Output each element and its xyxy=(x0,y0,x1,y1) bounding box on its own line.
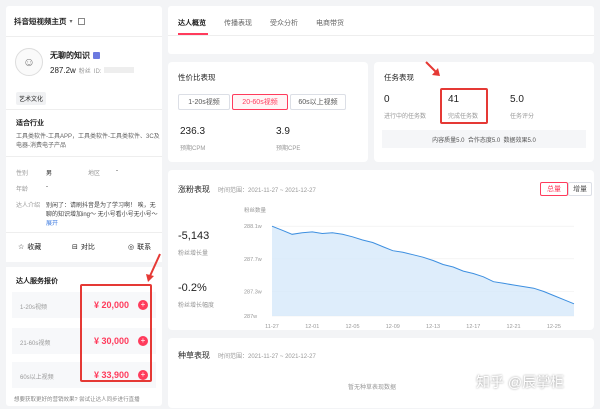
duration-20-60-button[interactable]: 20-60s视频 xyxy=(232,94,288,110)
fans-range: 时间范围：2021-11-27 ~ 2021-12-27 xyxy=(218,188,316,194)
sidebar-header-title: 抖音短视频主页 xyxy=(14,17,67,26)
cpm-label: 预期CPM xyxy=(180,146,206,152)
growth-value: -5,143 xyxy=(178,230,210,242)
collect-button[interactable]: ☆ 收藏 xyxy=(18,242,41,252)
cost-title: 性价比表现 xyxy=(178,73,216,82)
watermark: 知乎 @辰掌柜 xyxy=(476,374,565,390)
industry-text-2: 电器-消费电子产品 xyxy=(16,143,66,149)
pricing-title: 达人服务报价 xyxy=(16,278,58,285)
tab-audience[interactable]: 受众分析 xyxy=(270,18,298,28)
quality-bar: 内容质量5.0 合作态度5.0 数据效果5.0 xyxy=(382,130,586,148)
age-value: - xyxy=(46,184,48,190)
id-label: ID: xyxy=(93,69,102,75)
region-value: - xyxy=(116,168,118,174)
cpe-value: 3.9 xyxy=(276,126,290,137)
star-icon: ☆ xyxy=(18,244,25,251)
seed-range: 时间范围：2021-11-27 ~ 2021-12-27 xyxy=(218,354,316,360)
tab-overview[interactable]: 达人概览 xyxy=(178,18,206,28)
y-tick-label: 287w xyxy=(244,314,257,320)
arrow-icon xyxy=(146,253,161,282)
verified-icon xyxy=(93,52,100,59)
arrow-icon xyxy=(425,61,440,76)
qr-code-icon[interactable] xyxy=(77,18,85,25)
toggle-increase-button[interactable]: 增量 xyxy=(568,182,592,196)
x-tick-label: 12-17 xyxy=(466,324,480,330)
task-title: 任务表现 xyxy=(384,73,414,82)
avatar: ☺ xyxy=(15,48,43,76)
x-tick-label: 12-09 xyxy=(386,324,400,330)
y-axis-title: 粉丝数量 xyxy=(244,206,267,214)
growth-label: 粉丝增长量 xyxy=(178,251,209,257)
tab-spread[interactable]: 传播表现 xyxy=(224,18,252,28)
x-tick-label: 12-13 xyxy=(426,324,440,330)
rate-value: -0.2% xyxy=(178,282,207,294)
done-highlight xyxy=(440,88,488,124)
rate-label: 粉丝增长幅度 xyxy=(178,303,215,309)
x-tick-label: 11-27 xyxy=(265,324,279,330)
y-tick-label: 287.7w xyxy=(244,257,262,263)
in-progress-label: 进行中的任务数 xyxy=(384,114,427,120)
contact-label: 联系 xyxy=(137,244,152,251)
age-label: 年龄 xyxy=(16,187,29,193)
region-label: 地区 xyxy=(88,171,101,177)
gender-label: 性别 xyxy=(16,171,29,177)
industry-title: 适合行业 xyxy=(16,120,44,127)
fans-chart[interactable]: 粉丝数量 288.1w 287.7w 287.3w 287w 11-27 12-01 12-0… xyxy=(242,204,582,334)
seed-title: 种草表现 xyxy=(178,351,210,360)
pricing-highlight xyxy=(80,284,152,382)
profile-name: 无聊的知识 xyxy=(50,51,90,60)
fans-card: 涨粉表现 时间范围：2021-11-27 ~ 2021-12-27 总量 增量 … xyxy=(168,170,594,330)
fans-label: 粉丝 xyxy=(78,69,91,75)
pricing-footer[interactable]: 想要获取更好的营销效果? 尝试让达人同步进行直播 xyxy=(14,395,140,403)
contact-icon: ◎ xyxy=(128,244,135,251)
cpm-value: 236.3 xyxy=(180,126,206,137)
compare-label: 对比 xyxy=(80,244,95,251)
intro-text-1: 别闲了：请刷抖音是为了学习啊！ 唉，无 xyxy=(46,203,156,209)
sidebar-header[interactable]: 抖音短视频主页 ▾ xyxy=(14,16,85,27)
fans-value: 287.2w xyxy=(50,66,76,75)
quality-text: 内容质量5.0 合作态度5.0 数据效果5.0 xyxy=(432,137,536,144)
id-value-redacted xyxy=(104,67,135,73)
industry-text-1: 工具类软件-工具APP，工具类软件-工具类软件、3C及 xyxy=(16,134,160,140)
contact-button[interactable]: ◎ 联系 xyxy=(128,242,151,252)
chevron-down-icon: ▾ xyxy=(69,19,73,25)
in-progress-value: 0 xyxy=(384,94,390,105)
y-tick-label: 287.3w xyxy=(244,290,262,296)
profile-tag: 艺术文化 xyxy=(16,92,47,105)
x-tick-label: 12-05 xyxy=(345,324,359,330)
pricing-row-3-label: 60s以上视频 xyxy=(20,375,54,381)
collect-label: 收藏 xyxy=(27,244,42,251)
cpe-label: 预期CPE xyxy=(276,146,301,152)
fans-title: 涨粉表现 xyxy=(178,185,210,194)
duration-1-20-button[interactable]: 1-20s视频 xyxy=(178,94,230,110)
compare-button[interactable]: ⊟ 对比 xyxy=(72,242,95,252)
compare-icon: ⊟ xyxy=(72,244,78,251)
gender-value: 男 xyxy=(46,171,53,177)
seed-empty: 暂无种草表现数据 xyxy=(348,385,397,391)
duration-60-plus-button[interactable]: 60s以上视频 xyxy=(290,94,346,110)
x-tick-label: 12-25 xyxy=(547,324,561,330)
score-label: 任务评分 xyxy=(510,114,535,120)
top-tab-bar: 达人概览 传播表现 受众分析 电商带货 xyxy=(168,6,594,54)
cost-card: 性价比表现 1-20s视频 20-60s视频 60s以上视频 236.3 预期C… xyxy=(168,62,368,162)
pricing-row-2-label: 21-60s视频 xyxy=(20,341,51,347)
pricing-row-1-label: 1-20s视频 xyxy=(20,305,48,311)
series-area xyxy=(272,226,574,316)
intro-text-2: 聊的知识增加ing～ 无小号看小号无小号～ xyxy=(46,212,158,218)
tab-ecommerce[interactable]: 电商带货 xyxy=(316,18,344,28)
toggle-total-button[interactable]: 总量 xyxy=(540,182,568,196)
x-tick-label: 12-21 xyxy=(507,324,521,330)
x-tick-label: 12-01 xyxy=(305,324,319,330)
intro-label: 达人介绍 xyxy=(16,203,41,209)
expand-link[interactable]: 展开 xyxy=(46,218,58,227)
y-tick-label: 288.1w xyxy=(244,224,262,230)
score-value: 5.0 xyxy=(510,94,524,105)
